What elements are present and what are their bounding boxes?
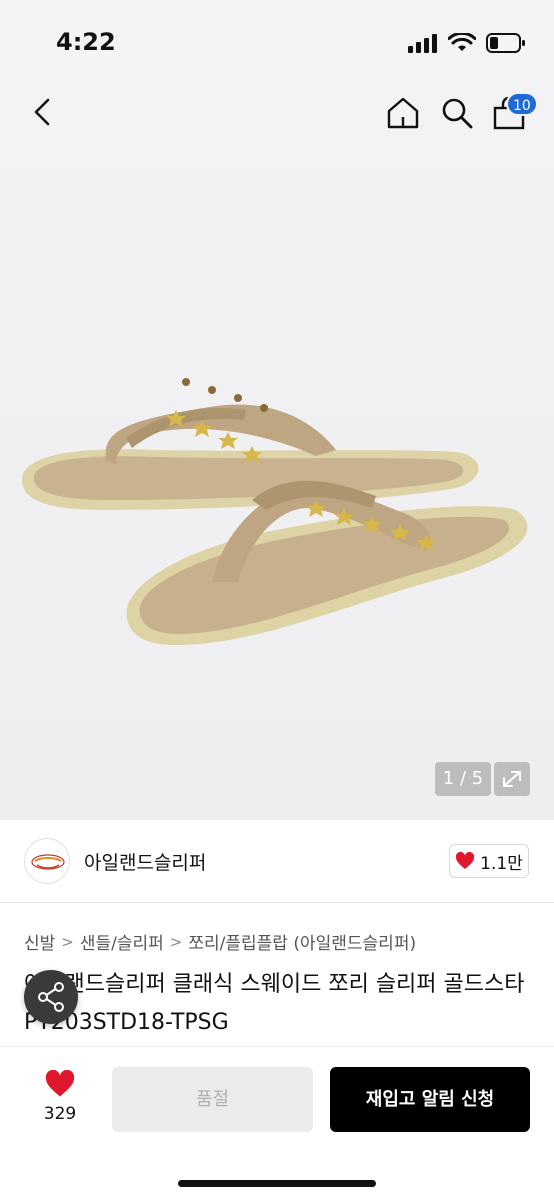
heart-icon bbox=[456, 852, 475, 869]
home-indicator bbox=[178, 1180, 376, 1187]
search-icon[interactable] bbox=[440, 96, 474, 130]
product-image bbox=[22, 378, 528, 645]
cart-count-badge: 10 bbox=[506, 92, 538, 116]
product-title: 아일랜드슬리퍼 클래식 스웨이드 쪼리 슬리퍼 골드스타 PT203STD18-… bbox=[24, 972, 525, 1035]
image-counter: 1 / 5 bbox=[435, 762, 491, 796]
sandal-back bbox=[22, 378, 479, 510]
breadcrumb-item[interactable]: 신발 bbox=[24, 929, 55, 954]
home-icon[interactable] bbox=[386, 96, 420, 130]
restock-alert-button[interactable]: 재입고 알림 신청 bbox=[330, 1067, 530, 1132]
breadcrumb-item[interactable]: 쪼리/플립플랍 (아일랜드슬리퍼) bbox=[188, 929, 416, 954]
brand-like-button[interactable]: 1.1만 bbox=[449, 844, 529, 878]
brand-logo-mark bbox=[31, 854, 65, 870]
back-icon[interactable] bbox=[26, 94, 62, 130]
divider bbox=[0, 902, 554, 903]
breadcrumb-item[interactable]: 샌들/슬리퍼 bbox=[80, 929, 164, 954]
heart-icon bbox=[45, 1069, 75, 1097]
brand-name[interactable]: 아일랜드슬리퍼 bbox=[84, 848, 206, 875]
battery-icon bbox=[486, 33, 525, 53]
expand-icon[interactable] bbox=[494, 762, 530, 796]
wifi-icon bbox=[448, 33, 476, 51]
brand-like-count: 1.1만 bbox=[480, 853, 523, 874]
breadcrumb: 신발 > 샌들/슬리퍼 > 쪼리/플립플랍 (아일랜드슬리퍼) bbox=[24, 929, 416, 955]
status-time: 4:22 bbox=[56, 28, 116, 56]
signal-icon bbox=[408, 34, 437, 53]
wishlist-count: 329 bbox=[43, 1104, 77, 1124]
share-button[interactable] bbox=[24, 970, 78, 1024]
soldout-button: 품절 bbox=[112, 1067, 313, 1132]
chevron-right-icon: > bbox=[61, 932, 74, 951]
brand-logo[interactable] bbox=[24, 838, 70, 884]
wishlist-button[interactable]: 329 bbox=[28, 1069, 92, 1124]
chevron-right-icon: > bbox=[169, 932, 183, 951]
share-icon bbox=[38, 982, 64, 1012]
status-icons bbox=[408, 32, 526, 54]
